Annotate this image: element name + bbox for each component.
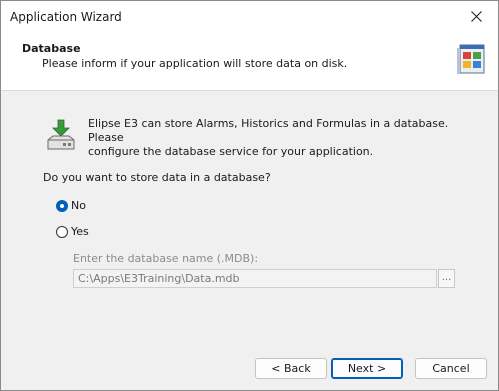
radio-yes-indicator[interactable] bbox=[56, 225, 68, 238]
page-title: Database bbox=[22, 42, 81, 55]
close-icon bbox=[470, 11, 482, 22]
radio-yes-label[interactable]: Yes bbox=[71, 225, 89, 238]
application-wizard-dialog: Application Wizard Database Please infor… bbox=[0, 0, 499, 391]
page-subtitle: Please inform if your application will s… bbox=[42, 57, 348, 70]
database-download-icon bbox=[47, 119, 75, 150]
info-line-2: configure the database service for your … bbox=[88, 145, 374, 158]
info-text: Elipse E3 can store Alarms, Historics an… bbox=[88, 117, 478, 159]
store-data-question: Do you want to store data in a database? bbox=[43, 171, 271, 184]
wizard-header: Database Please inform if your applicati… bbox=[1, 32, 498, 91]
database-name-input[interactable]: C:\Apps\E3Training\Data.mdb bbox=[73, 269, 437, 288]
wizard-icon bbox=[457, 44, 485, 74]
cancel-button[interactable]: Cancel bbox=[415, 358, 487, 379]
title-bar: Application Wizard bbox=[1, 1, 498, 32]
database-name-label: Enter the database name (.MDB): bbox=[73, 252, 259, 265]
radio-yes[interactable]: Yes bbox=[56, 225, 89, 238]
radio-no[interactable]: No bbox=[56, 199, 86, 212]
window-title: Application Wizard bbox=[10, 10, 122, 24]
next-button[interactable]: Next > bbox=[331, 358, 403, 379]
browse-button[interactable]: ... bbox=[438, 269, 455, 288]
back-button[interactable]: < Back bbox=[255, 358, 327, 379]
radio-no-indicator[interactable] bbox=[56, 199, 68, 212]
radio-no-label[interactable]: No bbox=[71, 199, 86, 212]
close-button[interactable] bbox=[454, 1, 498, 32]
info-line-1: Elipse E3 can store Alarms, Historics an… bbox=[88, 117, 449, 144]
